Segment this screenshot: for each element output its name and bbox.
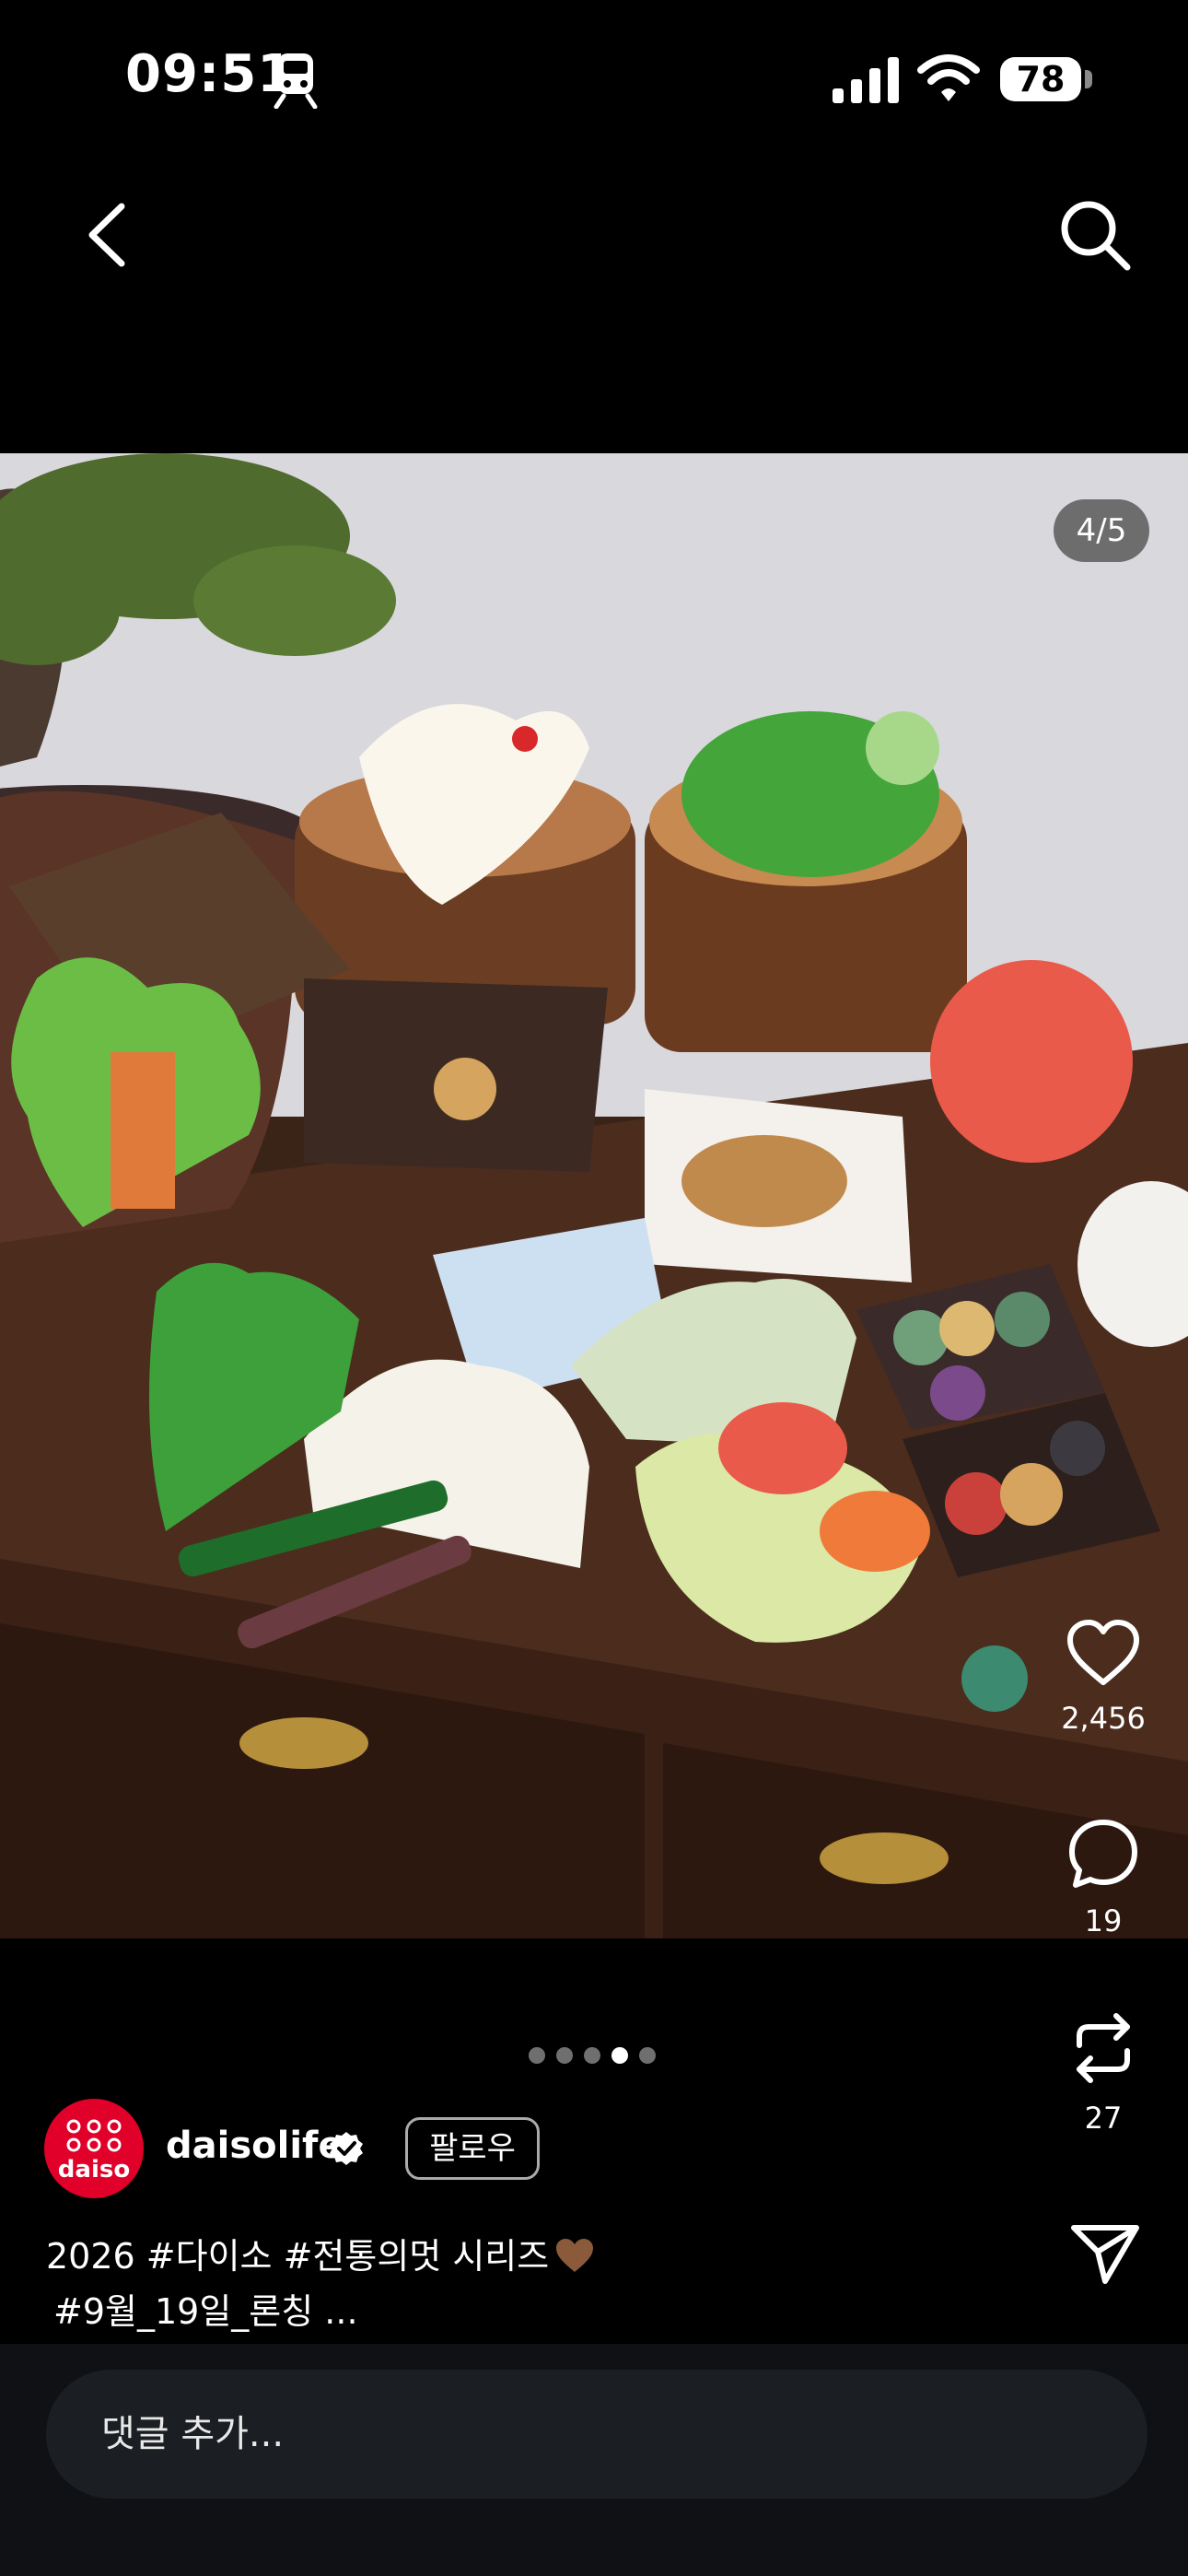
author-username[interactable]: daisolife <box>166 2125 344 2167</box>
wifi-icon <box>917 54 980 101</box>
signal-icon <box>833 57 899 103</box>
caption-text: 2026 #다이소 #전통의멋 시리즈 <box>46 2236 550 2277</box>
comment-input[interactable] <box>46 2370 1147 2499</box>
verified-badge-icon <box>330 2132 363 2165</box>
page-counter: 4/5 <box>1054 499 1149 562</box>
status-bar: 09:51 78 <box>0 0 1188 157</box>
caption-line-1[interactable]: 2026 #다이소 #전통의멋 시리즈 <box>46 2228 595 2278</box>
follow-button[interactable]: 팔로우 <box>405 2117 540 2180</box>
avatar[interactable]: daiso <box>44 2099 144 2198</box>
like-count: 2,456 <box>1061 1701 1146 1736</box>
photo-illustration <box>0 453 1188 1938</box>
carousel-dot[interactable] <box>529 2047 545 2064</box>
paper-plane-icon <box>1071 2225 1139 2284</box>
comment-button[interactable]: 19 <box>1048 1817 1159 1938</box>
avatar-logo-text: daiso <box>57 2156 131 2184</box>
carousel-dot[interactable] <box>584 2047 600 2064</box>
comment-icon <box>1069 1820 1137 1888</box>
like-button[interactable]: 2,456 <box>1048 1618 1159 1736</box>
comment-count: 19 <box>1084 1903 1123 1938</box>
repost-button[interactable]: 27 <box>1048 2008 1159 2136</box>
train-icon <box>274 53 318 109</box>
share-button[interactable] <box>1050 2220 1160 2287</box>
battery-tip <box>1085 70 1092 88</box>
post-photo[interactable] <box>0 453 1188 1938</box>
carousel-dots <box>529 2047 656 2064</box>
carousel-dot[interactable] <box>556 2047 573 2064</box>
heart-icon <box>1067 1620 1139 1685</box>
carousel-dot[interactable] <box>639 2047 656 2064</box>
battery-indicator: 78 <box>1000 57 1081 101</box>
carousel-dot-active[interactable] <box>611 2047 628 2064</box>
status-time: 09:51 <box>125 44 295 104</box>
repost-count: 27 <box>1084 2101 1123 2136</box>
chevron-left-icon[interactable] <box>74 193 138 276</box>
search-icon[interactable] <box>1057 197 1133 273</box>
caption-line-2[interactable]: #9월_19일_론칭 ... <box>53 2283 358 2334</box>
repost-icon <box>1077 2013 1130 2083</box>
brown-heart-emoji-icon <box>556 2239 594 2272</box>
